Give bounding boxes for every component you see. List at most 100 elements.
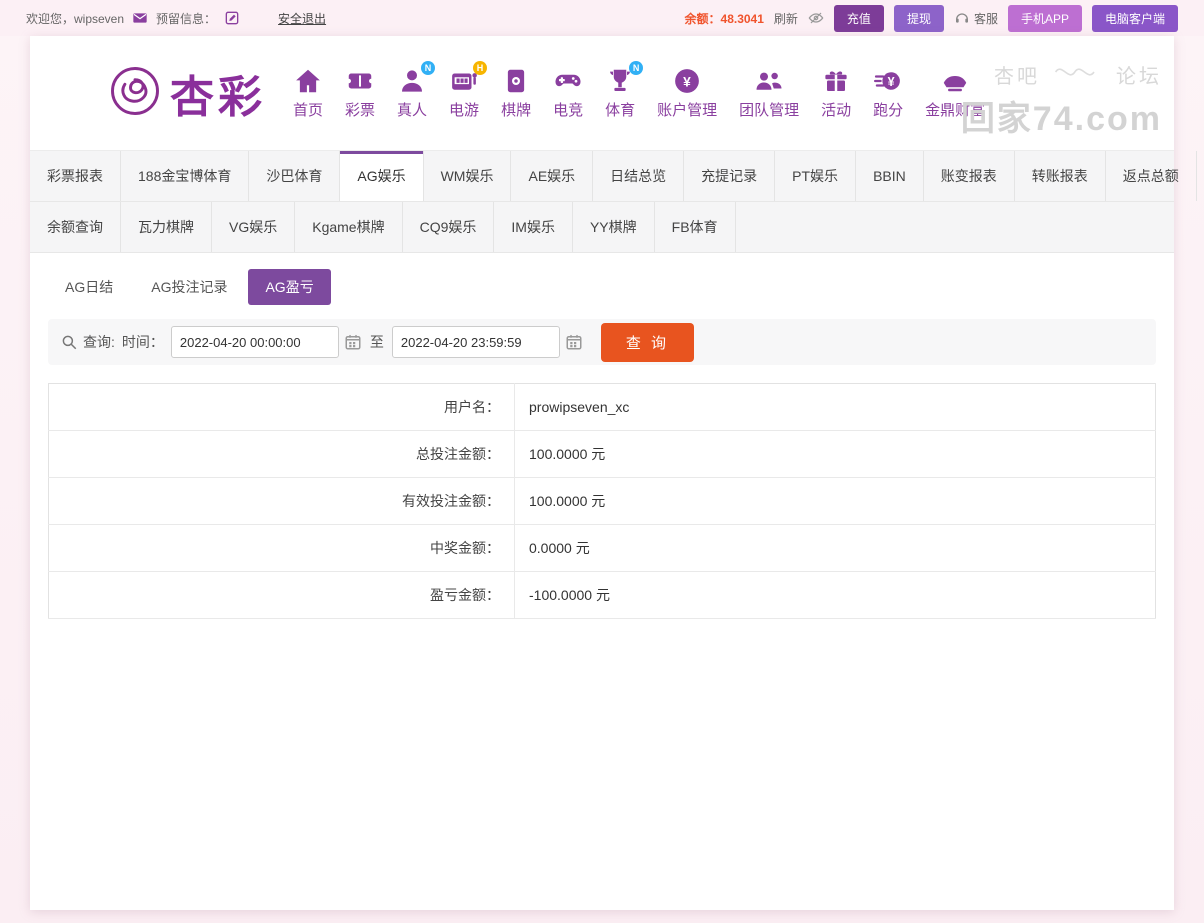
query-submit-button[interactable]: 查 询 xyxy=(600,322,695,362)
subtab-ag-profit-loss[interactable]: AG盈亏 xyxy=(248,269,331,305)
nav-item-account[interactable]: ¥ 账户管理 xyxy=(646,66,728,120)
team-icon xyxy=(754,66,784,96)
tab-wali-chess[interactable]: 瓦力棋牌 xyxy=(121,202,212,252)
eye-off-icon[interactable] xyxy=(808,10,824,26)
customer-service-link[interactable]: 客服 xyxy=(954,10,998,27)
to-label: 至 xyxy=(369,334,384,350)
tab-ag-entertainment[interactable]: AG娱乐 xyxy=(340,151,424,201)
nav-item-home[interactable]: 首页 xyxy=(282,66,334,120)
table-row: 盈亏金额： -100.0000 元 xyxy=(48,571,1156,619)
nav-item-esports[interactable]: 电竞 xyxy=(542,66,594,120)
activity-icon xyxy=(821,66,851,96)
calendar-end-icon[interactable] xyxy=(565,333,583,351)
row-value: prowipseven_xc xyxy=(514,383,1156,431)
logo[interactable]: 杏彩 xyxy=(108,61,266,125)
wealth-icon xyxy=(940,66,970,96)
topbar: 欢迎您，wipseven 预留信息： 安全退出 余额：48.3041 刷新 充值… xyxy=(0,0,1204,36)
logo-flower-icon xyxy=(108,64,162,123)
nav-item-chess[interactable]: 棋牌 xyxy=(490,66,542,120)
tab-yy-chess[interactable]: YY棋牌 xyxy=(573,202,655,252)
tab-daily-summary[interactable]: 日结总览 xyxy=(593,151,685,201)
tab-transfer-report[interactable]: 转账报表 xyxy=(1015,151,1106,201)
recharge-button[interactable]: 充值 xyxy=(833,4,884,32)
nav-item-sports[interactable]: N 体育 xyxy=(594,61,646,120)
mobile-app-button[interactable]: 手机APP xyxy=(1007,4,1082,32)
tab-cq9-entertainment[interactable]: CQ9娱乐 xyxy=(403,202,495,252)
calendar-start-icon[interactable] xyxy=(344,333,362,351)
table-row: 中奖金额： 0.0000 元 xyxy=(48,524,1156,572)
row-value: 0.0000 元 xyxy=(514,524,1156,572)
nav-label: 彩票 xyxy=(345,102,376,119)
home-icon xyxy=(293,66,323,96)
customer-service-label: 客服 xyxy=(973,11,998,26)
main-nav: 首页 彩票 N 真人 H 电游 棋牌 电竞 N 体育 ¥ 账户管理 团队管理 活动 ¥ 跑分 金鼎财富 xyxy=(282,61,996,120)
tab-kgame-chess[interactable]: Kgame棋牌 xyxy=(295,202,403,252)
report-table-body: 用户名： prowipseven_xc 总投注金额： 100.0000 元有效投注金额… xyxy=(48,383,1156,619)
lottery-icon xyxy=(345,66,375,96)
tab-fb-sports[interactable]: FB体育 xyxy=(655,202,736,252)
nav-item-egames[interactable]: H 电游 xyxy=(438,61,490,120)
subtab-ag-bet-records[interactable]: AG投注记录 xyxy=(134,269,244,305)
refresh-button[interactable]: 刷新 xyxy=(774,10,798,27)
search-icon xyxy=(60,333,78,351)
table-row: 用户名： prowipseven_xc xyxy=(48,383,1156,431)
tab-188-sports[interactable]: 188金宝博体育 xyxy=(121,151,250,201)
tab-pt-entertainment[interactable]: PT娱乐 xyxy=(775,151,857,201)
row-label: 用户名： xyxy=(48,383,515,431)
nav-label: 真人 xyxy=(397,102,428,119)
subtabs: AG日结 AG投注记录 AG盈亏 xyxy=(30,253,1174,315)
tab-wm-entertainment[interactable]: WM娱乐 xyxy=(424,151,512,201)
edit-icon[interactable] xyxy=(224,10,240,26)
nav-label: 电竞 xyxy=(553,102,584,119)
tab-im-entertainment[interactable]: IM娱乐 xyxy=(494,202,573,252)
nav-item-live[interactable]: N 真人 xyxy=(386,61,438,120)
end-time-input[interactable] xyxy=(391,326,560,358)
svg-text:¥: ¥ xyxy=(888,75,895,89)
tab-account-change-report[interactable]: 账变报表 xyxy=(924,151,1015,201)
egame-icon: H xyxy=(449,61,488,96)
withdraw-button[interactable]: 提现 xyxy=(893,4,944,32)
tab-lottery-report[interactable]: 彩票报表 xyxy=(30,151,121,201)
topbar-right: 余额：48.3041 刷新 充值 提现 客服 手机APP 电脑客户端 xyxy=(685,4,1178,32)
sports-icon: N xyxy=(605,61,644,96)
tab-balance-inquiry[interactable]: 余额查询 xyxy=(30,202,121,252)
report-table: 用户名： prowipseven_xc 总投注金额： 100.0000 元有效投注金额… xyxy=(48,383,1156,619)
nav-item-paofen[interactable]: ¥ 跑分 xyxy=(862,66,914,120)
nav-label: 跑分 xyxy=(873,102,904,119)
nav-label: 金鼎财富 xyxy=(925,102,986,119)
content-card: 杏彩 首页 彩票 N 真人 H 电游 棋牌 电竞 N 体育 ¥ 账户管理 团队管理 活动 ¥ 跑分 金鼎财富 杏… xyxy=(30,36,1197,910)
tab-rebate-total[interactable]: 返点总额 xyxy=(1106,151,1197,201)
nav-item-activity[interactable]: 活动 xyxy=(810,66,862,120)
subtab-ag-daily[interactable]: AG日结 xyxy=(48,269,130,305)
esports-icon xyxy=(553,66,583,96)
pc-client-button[interactable]: 电脑客户端 xyxy=(1091,4,1178,32)
row-label: 中奖金额： xyxy=(48,524,515,572)
nav-item-wealth[interactable]: 金鼎财富 xyxy=(914,66,996,120)
tab-deposit-withdraw-record[interactable]: 充提记录 xyxy=(684,151,776,201)
nav-item-team[interactable]: 团队管理 xyxy=(728,66,810,120)
tab-row-1: 彩票报表 188金宝博体育 沙巴体育 AG娱乐 WM娱乐 AE娱乐 日结总览 充提记录 PT娱乐… xyxy=(30,151,1197,202)
balance-text: 余额：48.3041 xyxy=(685,10,764,27)
nav-item-lottery[interactable]: 彩票 xyxy=(334,66,386,120)
tab-ae-entertainment[interactable]: AE娱乐 xyxy=(511,151,594,201)
paofen-icon: ¥ xyxy=(873,66,903,96)
nav-label: 账户管理 xyxy=(657,102,718,119)
account-icon: ¥ xyxy=(672,66,702,96)
tab-row-2: 余额查询 瓦力棋牌 VG娱乐 Kgame棋牌 CQ9娱乐 IM娱乐 YY棋牌 FB体育 xyxy=(30,202,1174,253)
svg-text:¥: ¥ xyxy=(683,74,691,89)
logout-link[interactable]: 安全退出 xyxy=(278,10,326,27)
nav-badge: N xyxy=(421,61,436,75)
start-time-input[interactable] xyxy=(170,326,339,358)
reserved-info-label: 预留信息： xyxy=(156,11,217,26)
tab-vg-entertainment[interactable]: VG娱乐 xyxy=(212,202,296,252)
nav-badge: N xyxy=(629,61,644,75)
row-label: 有效投注金额： xyxy=(48,477,515,525)
row-value: 100.0000 元 xyxy=(514,477,1156,525)
mail-icon[interactable] xyxy=(132,10,148,26)
tab-saba-sports[interactable]: 沙巴体育 xyxy=(249,151,341,201)
row-value: 100.0000 元 xyxy=(514,430,1156,478)
tab-bbin[interactable]: BBIN xyxy=(856,151,924,201)
balance-value: 48.3041 xyxy=(720,11,764,26)
table-row: 有效投注金额： 100.0000 元 xyxy=(48,477,1156,525)
nav-badge: H xyxy=(473,61,488,75)
